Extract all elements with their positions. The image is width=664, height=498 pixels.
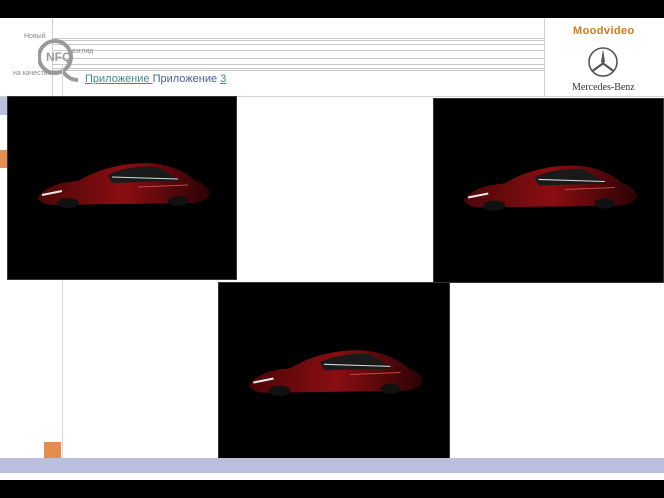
nfq-logo-letters: NFQ (46, 50, 71, 64)
breadcrumb-link-3[interactable]: 3 (220, 73, 226, 85)
car-photo-2 (433, 98, 664, 283)
mercedes-benz-wordmark: Mercedes-Benz (572, 82, 635, 93)
breadcrumb: Приложение Приложение 3 (85, 73, 226, 85)
footer-accent-orange (44, 442, 61, 458)
footer-strip (0, 473, 664, 480)
sidebar-accent-blue (0, 97, 7, 115)
breadcrumb-link-2[interactable]: Приложение (153, 73, 221, 85)
brand-title: Moodvideo (573, 25, 635, 37)
breadcrumb-link-1[interactable]: Приложение (85, 73, 153, 85)
car-photo-3 (218, 282, 450, 469)
car-photo-1 (7, 96, 237, 280)
mercedes-star-icon (587, 46, 619, 78)
sidebar-accent-orange (0, 150, 7, 168)
header-right-divider (544, 18, 545, 96)
footer-bar (0, 458, 664, 473)
header: Новый взгляд на качество NFQ Приложение … (0, 18, 664, 96)
nfq-logo: NFQ (38, 36, 84, 86)
slide: Новый взгляд на качество NFQ Приложение … (0, 18, 664, 480)
